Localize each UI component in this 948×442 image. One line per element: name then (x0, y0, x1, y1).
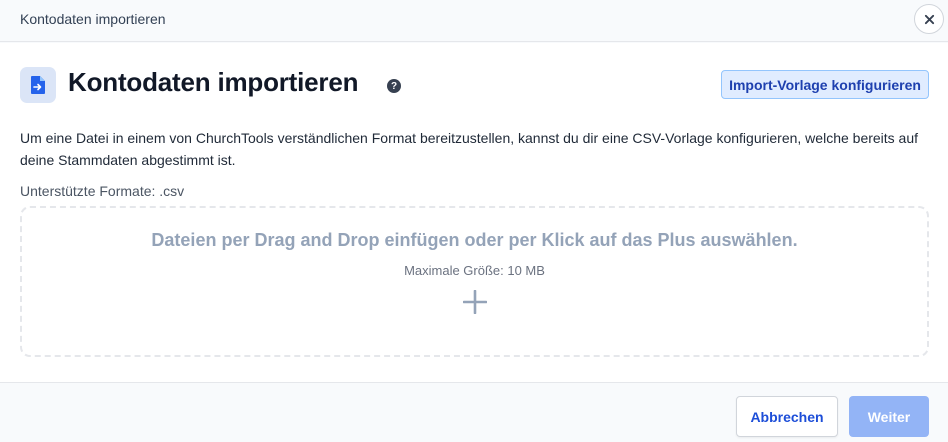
description-text: Um eine Datei in einem von ChurchTools v… (20, 130, 919, 168)
import-dialog: Kontodaten importieren Kontodaten import… (0, 0, 948, 442)
help-icon[interactable]: ? (387, 79, 401, 93)
configure-template-button[interactable]: Import-Vorlage konfigurieren (721, 70, 929, 99)
plus-icon[interactable] (462, 289, 488, 315)
close-button[interactable] (914, 4, 944, 34)
page-title: Kontodaten importieren (68, 67, 359, 97)
dialog-footer: Abbrechen Weiter (0, 382, 948, 442)
dialog-body: Kontodaten importieren ? Import-Vorlage … (0, 43, 948, 382)
dropzone-instructions: Dateien per Drag and Drop einfügen oder … (151, 230, 798, 250)
dialog-header: Kontodaten importieren (0, 0, 948, 42)
file-dropzone[interactable]: Dateien per Drag and Drop einfügen oder … (20, 206, 929, 357)
cancel-button[interactable]: Abbrechen (736, 396, 838, 437)
dropzone-max-size: Maximale Größe: 10 MB (404, 263, 545, 278)
next-button[interactable]: Weiter (849, 396, 929, 437)
supported-formats-label: Unterstützte Formate: .csv (20, 183, 185, 199)
dialog-title: Kontodaten importieren (20, 11, 166, 27)
file-import-icon (20, 67, 56, 103)
close-icon (924, 14, 934, 24)
